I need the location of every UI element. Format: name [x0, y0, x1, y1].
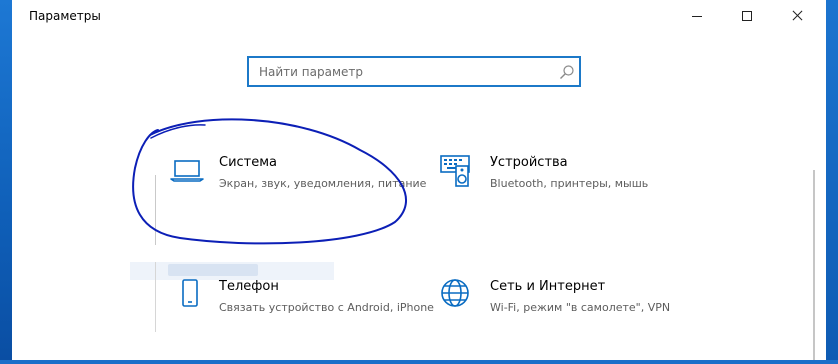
search-box[interactable] [247, 56, 581, 87]
minimize-button[interactable] [674, 0, 720, 33]
search-input[interactable] [259, 58, 549, 85]
tile-phone[interactable]: Телефон Связать устройство с Android, iP… [169, 279, 439, 364]
tile-description: Bluetooth, принтеры, мышь [490, 177, 649, 190]
desktop-background-right [826, 0, 838, 360]
tile-description: Экран, звук, уведомления, питание [219, 177, 427, 190]
tile-title: Система [219, 155, 278, 170]
maximize-button[interactable] [724, 0, 770, 33]
tile-title: Устройства [490, 155, 568, 170]
tile-system[interactable]: Система Экран, звук, уведомления, питани… [169, 155, 439, 240]
tile-devices[interactable]: Устройства Bluetooth, принтеры, мышь [440, 155, 710, 240]
phone-icon [182, 279, 198, 307]
tile-network[interactable]: Сеть и Интернет Wi-Fi, режим "в самолете… [440, 279, 710, 364]
tile-description: Wi-Fi, режим "в самолете", VPN [490, 301, 671, 314]
maximize-icon [742, 11, 752, 21]
window-title: Параметры [29, 9, 101, 23]
tile-focus-edge [155, 175, 156, 245]
tile-title: Сеть и Интернет [490, 279, 606, 294]
globe-icon [441, 279, 469, 307]
tile-title: Телефон [219, 279, 279, 294]
minimize-icon [692, 16, 702, 17]
settings-window: Параметры Система Экран, звук, уведомлен… [12, 0, 826, 360]
desktop-background-left [0, 0, 12, 360]
tile-description: Связать устройство с Android, iPhone [219, 301, 434, 314]
drag-ghost [130, 262, 334, 280]
keyboard-speaker-icon [440, 155, 470, 187]
laptop-icon [170, 160, 204, 182]
search-icon[interactable] [559, 64, 575, 80]
scrollbar[interactable] [813, 170, 815, 360]
close-button[interactable] [774, 0, 820, 33]
tile-focus-edge [155, 262, 156, 332]
title-bar[interactable]: Параметры [12, 0, 826, 33]
